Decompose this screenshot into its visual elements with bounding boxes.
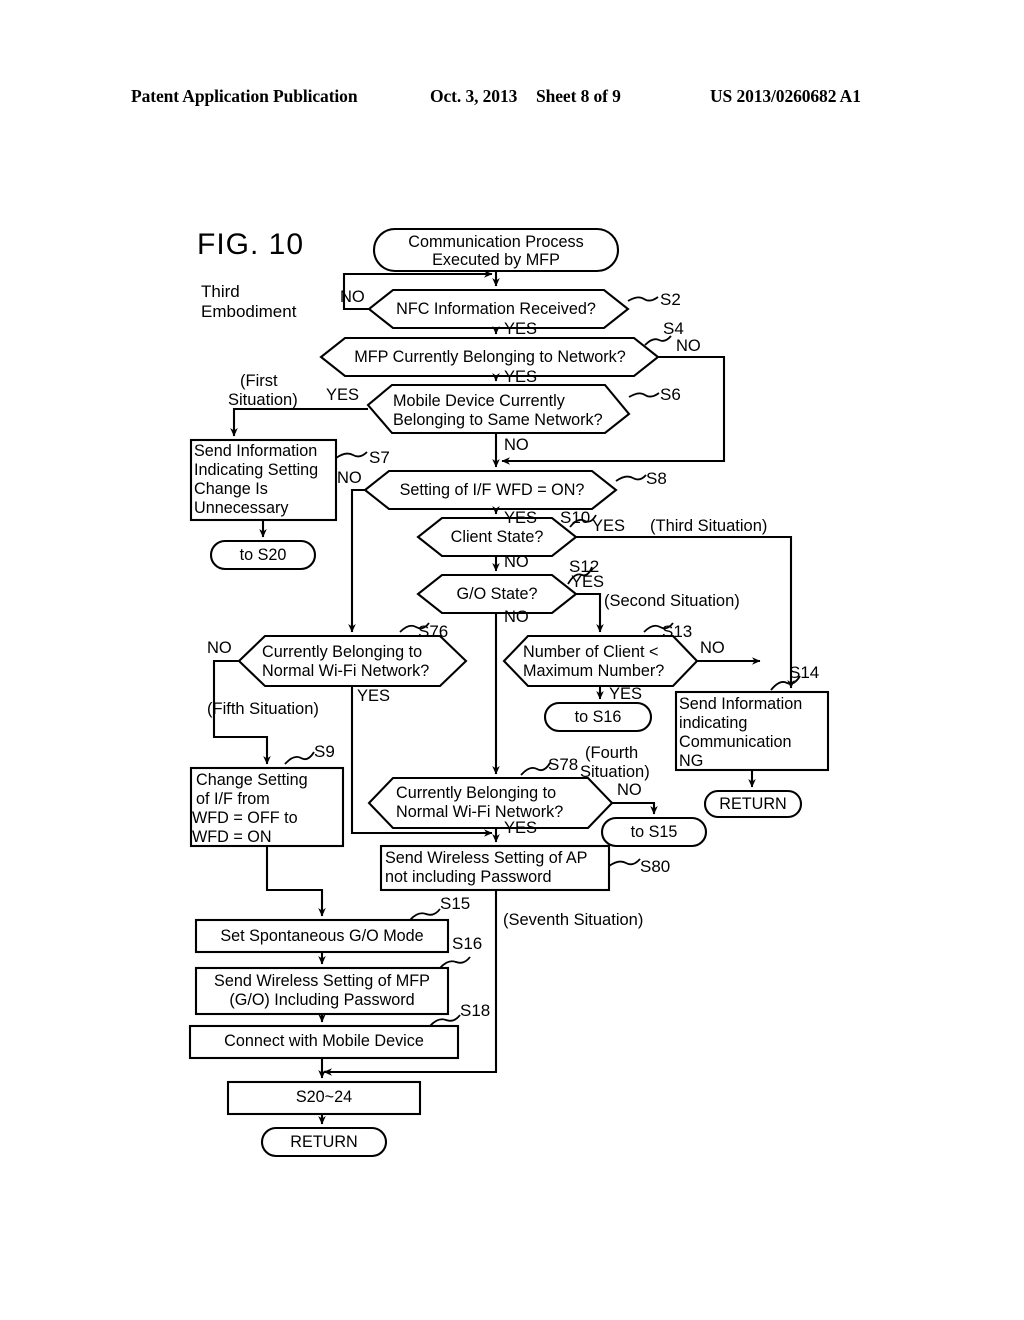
node-s14-label-3: Communication (679, 733, 792, 751)
node-s9-label-2: of I/F from (196, 790, 270, 808)
node-s14-label-1: Send Information (679, 695, 803, 713)
node-s12-label: G/O State? (456, 585, 538, 603)
node-s10-label: Client State? (450, 528, 544, 546)
branch-s13-yes: YES (609, 685, 643, 703)
branch-s6-yes: YES (326, 386, 360, 404)
step-id-s8: S8 (646, 469, 667, 488)
step-id-s76: S76 (418, 622, 449, 641)
step-id-s2: S2 (660, 290, 681, 309)
figure-title: FIG. 10 (197, 228, 305, 261)
step-id-s16: S16 (452, 934, 483, 953)
node-s8-label: Setting of I/F WFD = ON? (399, 481, 585, 499)
annotation-fourth-situation-2: Situation) (580, 763, 650, 781)
branch-s10-no: NO (504, 553, 529, 571)
node-s2-label: NFC Information Received? (396, 300, 596, 318)
edge-s78-no-to-s15 (612, 801, 658, 815)
node-s13-label-2: Maximum Number? (523, 662, 665, 680)
branch-s4-yes: YES (504, 368, 538, 386)
node-s80-label-2: not including Password (385, 868, 552, 886)
edge-s8-no-to-s76 (348, 488, 365, 633)
step-id-s15: S15 (440, 894, 471, 913)
node-s80-label-1: Send Wireless Setting of AP (385, 849, 588, 867)
edge-s9-to-s15 (265, 846, 326, 917)
branch-s8-no: NO (337, 469, 362, 487)
branch-s4-no: NO (676, 337, 701, 355)
node-s16-label-2: (G/O) Including Password (229, 991, 415, 1009)
flowchart-graphics (188, 227, 830, 1158)
step-id-s13: S13 (662, 622, 693, 641)
node-s4-label: MFP Currently Belonging to Network? (354, 348, 626, 366)
branch-s13-no: NO (700, 639, 725, 657)
branch-s76-yes: YES (357, 687, 391, 705)
annotation-second-situation: (Second Situation) (604, 592, 740, 610)
branch-s8-yes: YES (504, 509, 538, 527)
node-s78-label-1: Currently Belonging to (396, 784, 557, 802)
branch-s12-yes: YES (571, 573, 605, 591)
step-id-s80: S80 (640, 857, 671, 876)
node-s9-label-1: Change Setting (196, 771, 308, 789)
step-id-s7: S7 (369, 448, 390, 467)
step-id-s78: S78 (548, 755, 579, 774)
node-s13-label-1: Number of Client < (523, 643, 659, 661)
node-s9-label-3: WFD = OFF to (192, 809, 298, 827)
figure-subtitle-line1: Third (201, 282, 240, 301)
branch-s6-no: NO (504, 436, 529, 454)
annotation-fifth-situation: (Fifth Situation) (207, 700, 319, 718)
node-start-label-1: Communication Process (408, 233, 584, 251)
node-s76-label-2: Normal Wi-Fi Network? (262, 662, 430, 680)
step-id-s10: S10 (560, 508, 591, 527)
node-s14-label-4: NG (679, 752, 704, 770)
annotation-third-situation: (Third Situation) (650, 517, 768, 535)
branch-s2-no: NO (340, 288, 365, 306)
node-return-bottom-label: RETURN (290, 1133, 358, 1151)
node-s78-label-2: Normal Wi-Fi Network? (396, 803, 564, 821)
node-to-s15-label: to S15 (630, 823, 678, 841)
node-return-right-label: RETURN (719, 795, 787, 813)
node-start-label-2: Executed by MFP (432, 251, 560, 269)
branch-s76-no: NO (207, 639, 232, 657)
node-s6-label-2: Belonging to Same Network? (393, 411, 603, 429)
edge-s6-yes-to-s7 (230, 407, 368, 437)
node-s6-label-1: Mobile Device Currently (393, 392, 565, 410)
node-s15-label: Set Spontaneous G/O Mode (220, 927, 424, 945)
flowchart-figure: FIG. 10 Third Embodiment Communication P… (0, 0, 1024, 1320)
node-s20-24-label: S20~24 (295, 1088, 353, 1106)
step-id-s4: S4 (663, 319, 684, 338)
step-id-s9: S9 (314, 742, 335, 761)
figure-subtitle-line2: Embodiment (201, 302, 297, 321)
branch-s78-no: NO (617, 781, 642, 799)
step-id-s6: S6 (660, 385, 681, 404)
step-id-s18: S18 (460, 1001, 491, 1020)
edge-s12-yes-to-s13 (576, 592, 604, 633)
branch-s2-yes: YES (504, 320, 538, 338)
node-s7-label-3: Change Is (194, 480, 268, 498)
node-to-s16-label: to S16 (574, 708, 622, 726)
node-s9-label-4: WFD = ON (192, 828, 272, 846)
node-s14-label-2: indicating (679, 714, 748, 732)
node-to-s20-label: to S20 (239, 546, 287, 564)
annotation-first-situation-1: (First (240, 372, 278, 390)
node-s76-label-1: Currently Belonging to (262, 643, 423, 661)
node-s16-label-1: Send Wireless Setting of MFP (214, 972, 430, 990)
branch-s10-yes: YES (592, 517, 626, 535)
annotation-fourth-situation-1: (Fourth (585, 744, 639, 762)
node-s7-label-4: Unnecessary (194, 499, 289, 517)
annotation-first-situation-2: Situation) (228, 391, 298, 409)
node-s18-label: Connect with Mobile Device (224, 1032, 424, 1050)
annotation-seventh-situation: (Seventh Situation) (503, 911, 644, 929)
node-s7-label-2: Indicating Setting (194, 461, 319, 479)
branch-s12-no: NO (504, 608, 529, 626)
node-s7-label-1: Send Information (194, 442, 318, 460)
step-id-s14: S14 (789, 663, 820, 682)
branch-s78-yes: YES (504, 819, 538, 837)
